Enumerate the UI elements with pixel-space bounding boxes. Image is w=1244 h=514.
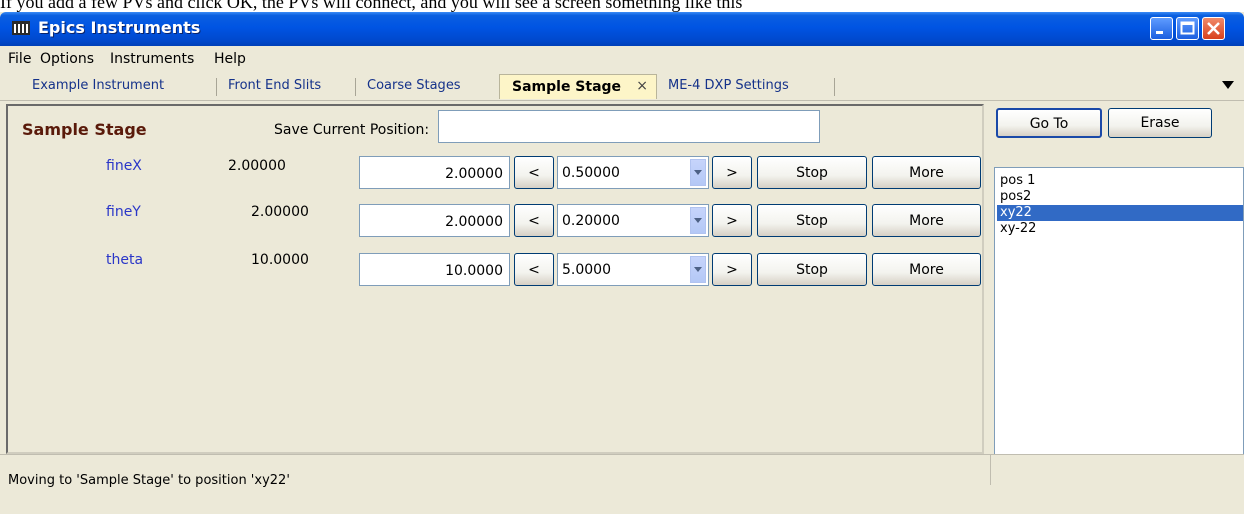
tab-me4-dxp-settings[interactable]: ME-4 DXP Settings — [668, 78, 789, 98]
axis-readback: 2.00000 — [228, 158, 286, 174]
tab-separator — [834, 78, 835, 96]
instrument-tabs: Example Instrument Front End Slits Coars… — [0, 72, 1244, 101]
maximize-button[interactable] — [1176, 17, 1199, 40]
list-item-selected[interactable]: xy22 — [997, 205, 1243, 221]
document-caption: If you add a few PVs and click OK, the P… — [0, 0, 743, 12]
chevron-down-icon[interactable] — [690, 159, 706, 186]
axis-name: fineY — [106, 204, 141, 220]
save-position-input[interactable] — [438, 110, 820, 143]
menu-instruments[interactable]: Instruments — [110, 51, 194, 67]
axis-readback: 2.00000 — [251, 204, 309, 220]
window-title: Epics Instruments — [38, 18, 201, 37]
tab-list-dropdown-icon[interactable] — [1222, 81, 1234, 89]
go-to-button[interactable]: Go To — [996, 108, 1102, 138]
tab-front-end-slits[interactable]: Front End Slits — [228, 78, 321, 98]
stop-button[interactable]: Stop — [757, 156, 867, 189]
axis-target-input[interactable]: 2.00000 — [359, 156, 510, 189]
app-window: Epics Instruments File Options Instrumen… — [0, 12, 1244, 514]
tab-example-instrument[interactable]: Example Instrument — [32, 78, 164, 98]
tab-close-icon[interactable]: × — [636, 78, 648, 94]
more-button[interactable]: More — [872, 156, 981, 189]
menu-bar: File Options Instruments Help — [0, 46, 1244, 72]
axis-target-input[interactable]: 2.00000 — [359, 204, 510, 237]
close-icon — [1207, 22, 1220, 35]
chevron-down-icon[interactable] — [690, 207, 706, 234]
status-bar: Moving to 'Sample Stage' to position 'xy… — [0, 454, 1244, 514]
chevron-down-icon[interactable] — [690, 256, 706, 283]
step-size-select[interactable]: 5.0000 — [557, 253, 709, 286]
axis-target-input[interactable]: 10.0000 — [359, 253, 510, 286]
close-button[interactable] — [1202, 17, 1225, 40]
status-divider — [990, 455, 991, 485]
step-back-button[interactable]: < — [514, 253, 554, 286]
sample-stage-panel: Sample Stage Save Current Position: fine… — [6, 104, 984, 454]
tab-separator — [216, 78, 217, 96]
tab-label: Sample Stage — [512, 79, 622, 95]
step-size-value: 0.50000 — [562, 165, 620, 181]
step-size-select[interactable]: 0.50000 — [557, 156, 709, 189]
title-bar[interactable]: Epics Instruments — [0, 12, 1244, 46]
list-item[interactable]: pos2 — [997, 189, 1243, 205]
stop-button[interactable]: Stop — [757, 253, 867, 286]
panel-title: Sample Stage — [22, 120, 147, 139]
list-item[interactable]: pos 1 — [997, 173, 1243, 189]
step-forward-button[interactable]: > — [712, 253, 752, 286]
step-size-value: 0.20000 — [562, 213, 620, 229]
tab-separator — [355, 78, 356, 96]
tab-sample-stage[interactable]: Sample Stage × — [499, 74, 657, 99]
list-item[interactable]: xy-22 — [997, 221, 1243, 237]
erase-button[interactable]: Erase — [1108, 108, 1212, 138]
maximize-icon — [1180, 21, 1195, 35]
more-button[interactable]: More — [872, 204, 981, 237]
tab-coarse-stages[interactable]: Coarse Stages — [367, 78, 461, 98]
minimize-icon — [1156, 31, 1163, 34]
axis-name: fineX — [106, 158, 142, 174]
step-size-select[interactable]: 0.20000 — [557, 204, 709, 237]
menu-help[interactable]: Help — [214, 51, 246, 67]
status-text: Moving to 'Sample Stage' to position 'xy… — [8, 473, 290, 488]
minimize-button[interactable] — [1150, 17, 1173, 40]
positions-list[interactable]: pos 1 pos2 xy22 xy-22 — [994, 167, 1244, 455]
step-back-button[interactable]: < — [514, 156, 554, 189]
stop-button[interactable]: Stop — [757, 204, 867, 237]
menu-options[interactable]: Options — [40, 51, 94, 67]
save-position-label: Save Current Position: — [274, 122, 430, 138]
axis-readback: 10.0000 — [251, 252, 309, 268]
step-forward-button[interactable]: > — [712, 204, 752, 237]
step-size-value: 5.0000 — [562, 262, 611, 278]
step-back-button[interactable]: < — [514, 204, 554, 237]
more-button[interactable]: More — [872, 253, 981, 286]
menu-file[interactable]: File — [8, 51, 31, 67]
axis-name: theta — [106, 252, 144, 268]
app-icon — [12, 21, 30, 35]
step-forward-button[interactable]: > — [712, 156, 752, 189]
